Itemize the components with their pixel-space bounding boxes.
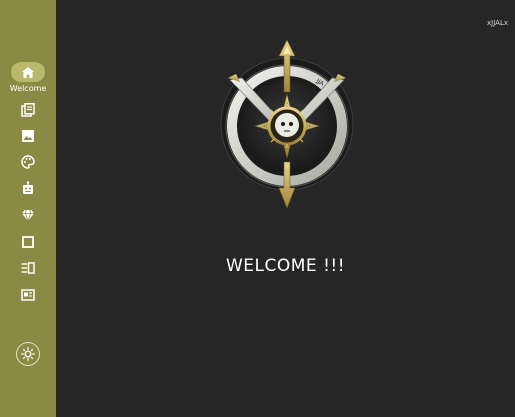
nav-home-label: Welcome	[9, 84, 47, 93]
sun-icon	[21, 347, 35, 361]
nav-robot-button[interactable]	[18, 180, 38, 196]
nav-palette-button[interactable]	[18, 154, 38, 170]
nav-newspaper-button[interactable]	[18, 287, 38, 303]
nav-library-button[interactable]	[18, 102, 38, 118]
nav-home-button[interactable]	[11, 62, 45, 82]
sidebar: Welcome	[0, 0, 56, 417]
theme-toggle-button[interactable]	[16, 342, 40, 366]
square-icon	[22, 236, 34, 248]
welcome-heading: WELCOME !!!	[225, 256, 346, 276]
nav-diamond-button[interactable]	[18, 207, 38, 223]
nav-square-button[interactable]	[18, 234, 38, 250]
home-icon	[22, 66, 34, 78]
newspaper-icon	[21, 289, 35, 301]
library-icon	[21, 103, 35, 117]
compass-shield-emblem: JJA	[216, 38, 358, 210]
robot-icon	[23, 181, 33, 194]
user-tag[interactable]: xJJALx	[487, 19, 508, 27]
diamond-icon	[22, 209, 34, 222]
nav-image-button[interactable]	[18, 128, 38, 144]
palette-icon	[21, 155, 35, 169]
image-icon	[22, 130, 34, 142]
